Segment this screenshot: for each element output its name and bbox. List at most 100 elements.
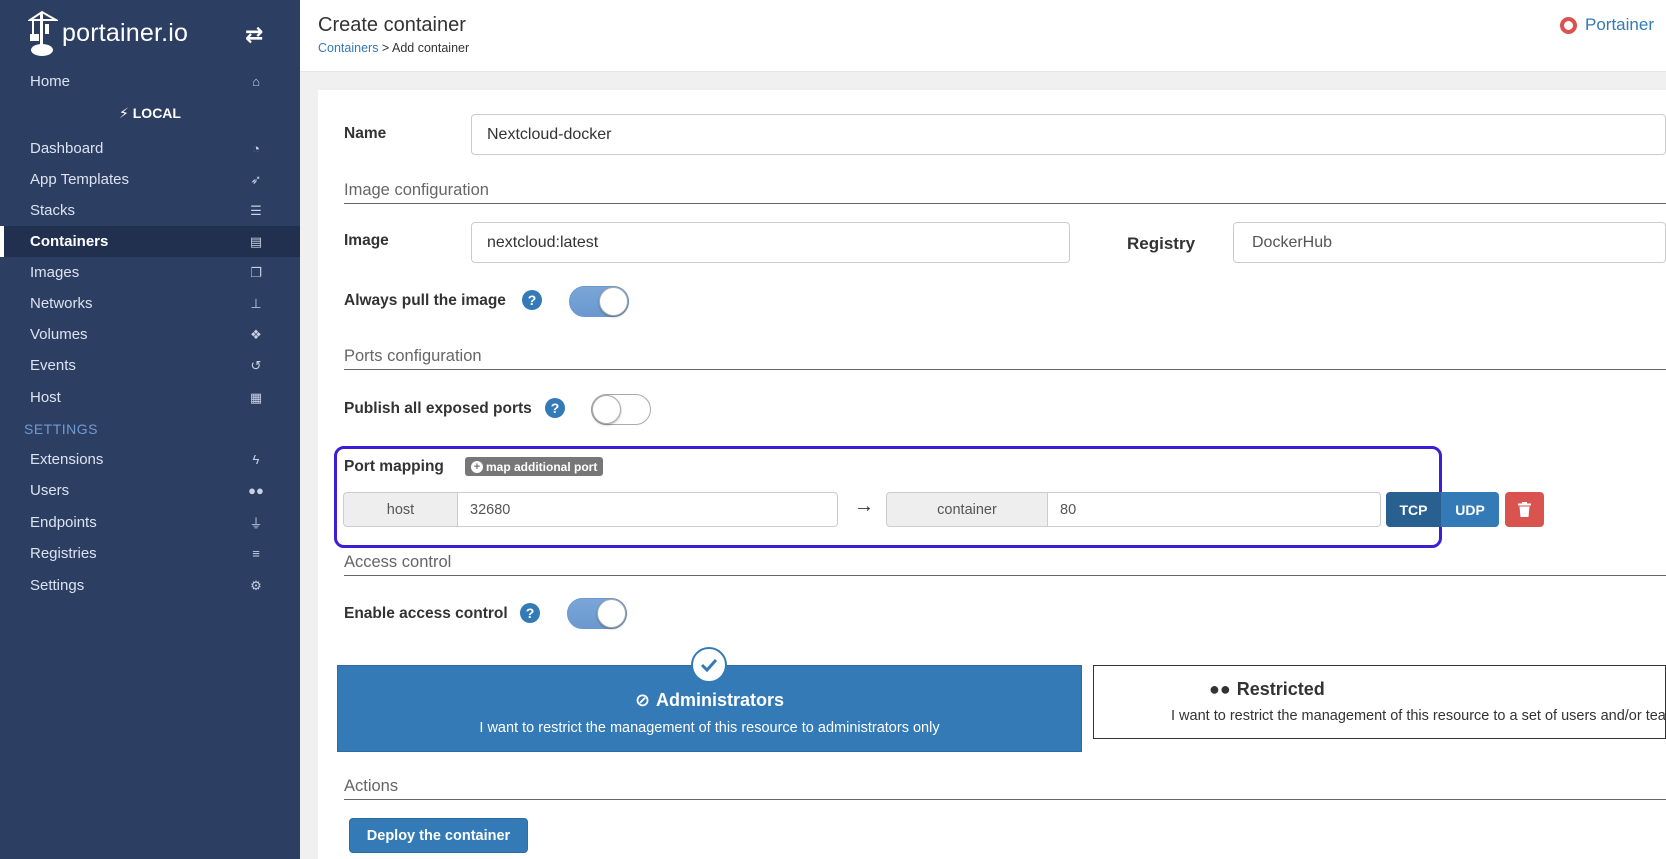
rocket-icon: ➶ xyxy=(250,171,262,187)
clone-icon: ❐ xyxy=(250,264,262,280)
administrators-title-text: Administrators xyxy=(656,690,785,710)
access-control-title: Access control xyxy=(344,553,452,571)
section-divider xyxy=(344,575,1666,576)
plug-icon: ⚡ xyxy=(119,105,129,121)
bolt-icon: ϟ xyxy=(252,452,260,467)
page-title: Create container xyxy=(318,14,466,36)
sidebar: portainer.io ⇄ Home ⌂ ⚡ LOCAL Dashboard … xyxy=(0,0,300,859)
th-icon: ▦ xyxy=(249,389,263,405)
plus-circle-icon: + xyxy=(471,460,483,473)
question-circle-icon[interactable]: ? xyxy=(522,290,542,310)
actions-title: Actions xyxy=(344,777,399,795)
users-icon: ●● xyxy=(248,483,264,498)
container-port-addon: container xyxy=(886,492,1048,527)
host-port-input[interactable]: 32680 xyxy=(457,492,838,527)
sidebar-item-images[interactable]: Images ❐ xyxy=(0,257,300,288)
sidebar-item-label: Users xyxy=(30,482,70,499)
history-icon: ↺ xyxy=(250,357,262,373)
restricted-title-text: Restricted xyxy=(1236,679,1325,699)
restricted-description: I want to restrict the management of thi… xyxy=(1171,708,1666,724)
sidebar-item-label: App Templates xyxy=(30,171,129,188)
tachometer-icon: ◔ xyxy=(252,141,260,156)
sidebar-item-label: Home xyxy=(30,73,71,90)
trash-icon xyxy=(1518,502,1531,517)
image-configuration-title: Image configuration xyxy=(344,181,489,199)
sidebar-item-label: Stacks xyxy=(30,202,76,219)
toggle-knob xyxy=(599,287,628,316)
life-ring-icon xyxy=(1560,16,1577,34)
question-circle-icon[interactable]: ? xyxy=(520,603,540,623)
sidebar-item-label: Settings xyxy=(30,577,85,594)
page-header: Create container Containers > Add contai… xyxy=(300,0,1666,72)
section-divider xyxy=(344,799,1666,800)
always-pull-label: Always pull the image xyxy=(344,292,506,309)
sidebar-item-users[interactable]: Users ●● xyxy=(0,475,300,506)
th-list-icon: ☰ xyxy=(250,202,262,218)
portainer-crane-icon xyxy=(28,10,58,56)
portainer-logo[interactable]: portainer.io xyxy=(28,8,188,58)
sidebar-item-host[interactable]: Host ▦ xyxy=(0,382,300,413)
logo-text: portainer.io xyxy=(62,18,189,47)
sidebar-item-stacks[interactable]: Stacks ☰ xyxy=(0,195,300,226)
section-divider xyxy=(344,203,1666,204)
users-icon: ●● xyxy=(1209,679,1231,699)
image-input[interactable]: nextcloud:latest xyxy=(471,222,1070,263)
udp-button[interactable]: UDP xyxy=(1441,492,1499,527)
check-circle-icon xyxy=(691,647,727,683)
restricted-option[interactable]: ●● Restricted I want to restrict the man… xyxy=(1093,665,1666,739)
sidebar-item-label: Volumes xyxy=(30,326,88,343)
registry-label: Registry xyxy=(1127,234,1196,253)
name-input[interactable]: Nextcloud-docker xyxy=(471,114,1666,155)
sidebar-item-networks[interactable]: Networks ⊥ xyxy=(0,288,300,319)
question-circle-icon[interactable]: ? xyxy=(545,398,565,418)
sidebar-item-settings[interactable]: Settings ⚙ xyxy=(0,570,300,601)
publish-all-label: Publish all exposed ports xyxy=(344,400,532,417)
breadcrumb-current: Add container xyxy=(392,41,470,55)
sidebar-item-registries[interactable]: Registries ≡ xyxy=(0,538,300,569)
breadcrumb-separator: > xyxy=(378,41,393,55)
map-additional-port-button[interactable]: + map additional port xyxy=(465,457,604,476)
cubes-icon: ❖ xyxy=(250,326,262,342)
port-mapping-label: Port mapping xyxy=(344,458,444,475)
restricted-title: ●● Restricted xyxy=(1209,679,1665,700)
sidebar-item-label: Dashboard xyxy=(30,140,104,157)
sidebar-item-extensions[interactable]: Extensions ϟ xyxy=(0,444,300,475)
remove-port-button[interactable] xyxy=(1505,492,1544,527)
publish-all-toggle[interactable] xyxy=(591,394,651,425)
sidebar-item-label: Networks xyxy=(30,295,93,312)
sidebar-item-label: Extensions xyxy=(30,451,104,468)
sidebar-item-home[interactable]: Home ⌂ xyxy=(0,66,300,97)
sidebar-item-label: Registries xyxy=(30,545,97,562)
always-pull-toggle[interactable] xyxy=(569,286,629,317)
plug-icon: ⏚ xyxy=(249,516,263,531)
administrators-description: I want to restrict the management of thi… xyxy=(479,720,940,736)
endpoint-name: LOCAL xyxy=(132,105,181,121)
deploy-container-button[interactable]: Deploy the container xyxy=(349,818,528,853)
sidebar-item-endpoints[interactable]: Endpoints ⏚ xyxy=(0,507,300,538)
eye-slash-icon: ⊘ xyxy=(634,690,651,710)
toggle-knob xyxy=(592,395,621,424)
database-icon: ≡ xyxy=(252,546,260,561)
exchange-arrows-icon[interactable]: ⇄ xyxy=(245,22,263,48)
sidebar-item-label: Containers xyxy=(30,233,109,250)
sidebar-item-label: Images xyxy=(30,264,80,281)
host-port-addon: host xyxy=(343,492,458,527)
sidebar-item-events[interactable]: Events ↺ xyxy=(0,350,300,381)
settings-heading: SETTINGS xyxy=(24,421,99,437)
registry-select[interactable]: DockerHub xyxy=(1233,222,1666,263)
long-arrow-right-icon: → xyxy=(854,495,874,517)
portainer-support-link[interactable]: Portainer xyxy=(1560,15,1654,35)
toggle-knob xyxy=(597,599,626,628)
section-divider xyxy=(344,369,1666,370)
tcp-button[interactable]: TCP xyxy=(1386,492,1441,527)
container-port-input[interactable]: 80 xyxy=(1047,492,1381,527)
sidebar-item-app-templates[interactable]: App Templates ➶ xyxy=(0,164,300,195)
enable-access-toggle[interactable] xyxy=(567,598,627,629)
sidebar-item-volumes[interactable]: Volumes ❖ xyxy=(0,319,300,350)
home-icon: ⌂ xyxy=(252,74,260,89)
endpoint-label: ⚡ LOCAL xyxy=(0,105,300,122)
sidebar-item-dashboard[interactable]: Dashboard ◔ xyxy=(0,133,300,164)
breadcrumb-containers-link[interactable]: Containers xyxy=(318,41,378,55)
sidebar-item-containers[interactable]: Containers ▤ xyxy=(0,226,300,257)
sidebar-item-label: Endpoints xyxy=(30,514,97,531)
